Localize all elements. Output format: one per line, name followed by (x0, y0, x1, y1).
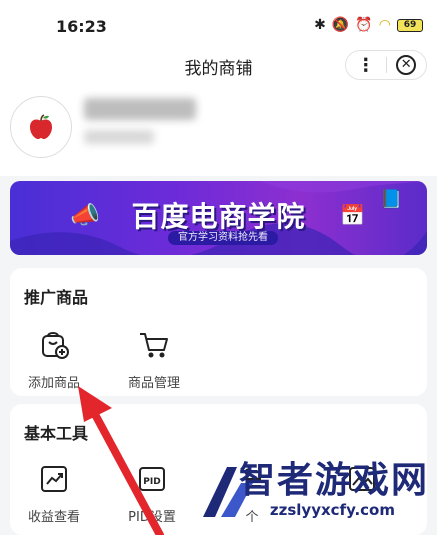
status-icons: ✱ 🔕 ⏰ ◠ 69 (314, 17, 423, 33)
cart-icon (137, 328, 171, 362)
shop-name-blurred (84, 98, 196, 120)
earnings-button[interactable]: 收益查看 (12, 462, 96, 525)
wifi-icon: ◠ (378, 17, 391, 33)
banner-title: 百度电商学院 (131, 200, 306, 233)
battery-icon: 69 (397, 18, 423, 32)
add-product-icon (37, 328, 71, 362)
alarm-icon: ⏰ (355, 17, 373, 33)
pid-settings-label: PID设置 (128, 510, 176, 525)
apple-icon (30, 114, 52, 139)
promote-section-title: 推广商品 (24, 288, 89, 307)
more-menu-button[interactable]: ⋮ (346, 55, 386, 76)
status-time: 16:23 (56, 17, 107, 36)
promo-banner[interactable]: 📣 📅 📘 百度电商学院 官方学习资料抢先看 (10, 181, 427, 255)
mute-icon: 🔕 (331, 17, 350, 33)
earnings-label: 收益查看 (27, 510, 80, 525)
bluetooth-icon: ✱ (314, 17, 326, 33)
mini-program-capsule: ⋮ ✕ (345, 50, 427, 80)
pid-settings-button[interactable]: PID PID设置 (110, 462, 194, 525)
svg-text:PID: PID (143, 477, 160, 487)
add-product-button[interactable]: 添加商品 (12, 328, 96, 391)
tools-section-title: 基本工具 (24, 424, 89, 443)
watermark-url: zzslyyxcfy.com (265, 501, 399, 519)
product-management-label: 商品管理 (127, 376, 180, 391)
add-product-label: 添加商品 (27, 376, 80, 391)
watermark: 智者游戏网 zzslyyxcfy.com (197, 449, 433, 531)
watermark-brand: 智者游戏网 (238, 460, 429, 501)
trend-chart-icon (37, 462, 71, 496)
shop-id-blurred (84, 130, 154, 144)
avatar[interactable] (10, 96, 72, 158)
close-icon: ✕ (396, 55, 417, 75)
more-icon: ⋮ (356, 54, 375, 76)
product-management-button[interactable]: 商品管理 (112, 328, 196, 391)
close-button[interactable]: ✕ (386, 55, 426, 75)
banner-subtitle: 官方学习资料抢先看 (168, 231, 278, 245)
promote-products-card: 推广商品 添加商品 商品管理 (10, 268, 427, 396)
nav-bar: 我的商铺 ⋮ ✕ (0, 50, 437, 86)
status-bar: 16:23 ✱ 🔕 ⏰ ◠ 69 (0, 0, 437, 50)
shop-profile (0, 86, 437, 176)
pid-icon: PID (135, 462, 169, 496)
